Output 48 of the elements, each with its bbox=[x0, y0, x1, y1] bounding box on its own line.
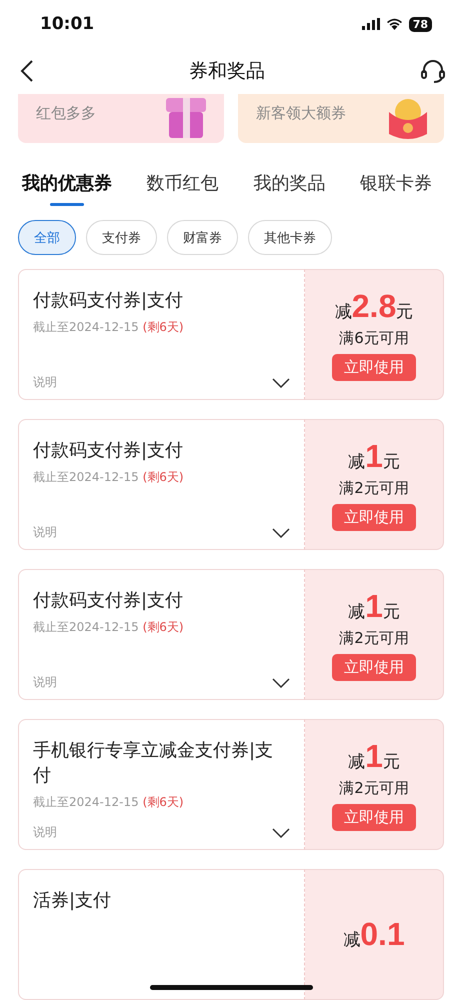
details-label: 说明 bbox=[33, 674, 57, 691]
category-tab[interactable]: 我的奖品 bbox=[253, 171, 326, 206]
back-icon[interactable] bbox=[20, 59, 34, 84]
headset-icon[interactable] bbox=[420, 58, 446, 84]
battery-level: 78 bbox=[408, 16, 432, 32]
details-label: 说明 bbox=[33, 824, 57, 841]
category-tab[interactable]: 我的优惠券 bbox=[22, 171, 112, 206]
banner-subtitle: 新客领大额券 bbox=[256, 104, 346, 123]
use-now-button[interactable]: 立即使用 bbox=[332, 654, 416, 681]
signal-icon bbox=[362, 18, 380, 30]
chevron-down-icon[interactable] bbox=[272, 528, 290, 538]
discount-amount: 减1元 bbox=[348, 438, 400, 475]
wifi-icon bbox=[386, 18, 403, 30]
use-now-button[interactable]: 立即使用 bbox=[332, 804, 416, 831]
usage-condition: 满2元可用 bbox=[339, 779, 409, 798]
chevron-down-icon[interactable] bbox=[272, 828, 290, 838]
coupon-expiry: 截止至2024-12-15 (剩6天) bbox=[33, 619, 185, 636]
discount-amount: 减1元 bbox=[348, 738, 400, 775]
status-time: 10:01 bbox=[40, 14, 94, 34]
discount-amount: 减1元 bbox=[348, 588, 400, 625]
use-now-button[interactable]: 立即使用 bbox=[332, 354, 416, 381]
discount-amount: 减2.8元 bbox=[334, 288, 414, 325]
filter-chip[interactable]: 其他卡券 bbox=[248, 220, 332, 255]
coupon-title: 付款码支付券|支付 bbox=[33, 439, 184, 463]
coupon-title: 付款码支付券|支付 bbox=[33, 289, 184, 313]
filter-chip[interactable]: 全部 bbox=[18, 220, 76, 255]
usage-condition: 满6元可用 bbox=[339, 329, 409, 348]
chevron-down-icon[interactable] bbox=[272, 678, 290, 688]
coupon-title: 付款码支付券|支付 bbox=[33, 589, 184, 613]
page-title: 券和奖品 bbox=[189, 59, 265, 84]
coupon-title: 手机银行专享立减金支付券|支付 bbox=[33, 739, 274, 788]
coupon-expiry: 截止至2024-12-15 (剩6天) bbox=[33, 794, 185, 811]
chevron-down-icon[interactable] bbox=[272, 378, 290, 388]
usage-condition: 满2元可用 bbox=[339, 479, 409, 498]
filter-chip[interactable]: 支付券 bbox=[86, 220, 157, 255]
filter-chip[interactable]: 财富券 bbox=[167, 220, 238, 255]
category-tab[interactable]: 数币红包 bbox=[146, 171, 219, 206]
usage-condition: 满2元可用 bbox=[339, 629, 409, 648]
coupon-expiry: 截止至2024-12-15 (剩6天) bbox=[33, 319, 185, 336]
use-now-button[interactable]: 立即使用 bbox=[332, 504, 416, 531]
details-label: 说明 bbox=[33, 524, 57, 541]
coupon-title: 活券|支付 bbox=[33, 889, 112, 913]
banner-subtitle: 红包多多 bbox=[36, 104, 96, 123]
details-label: 说明 bbox=[33, 374, 57, 391]
coupon-expiry: 截止至2024-12-15 (剩6天) bbox=[33, 469, 185, 486]
category-tab[interactable]: 银联卡券 bbox=[360, 171, 432, 206]
discount-amount: 减0.1 bbox=[343, 916, 405, 953]
envelope-icon bbox=[386, 98, 430, 142]
